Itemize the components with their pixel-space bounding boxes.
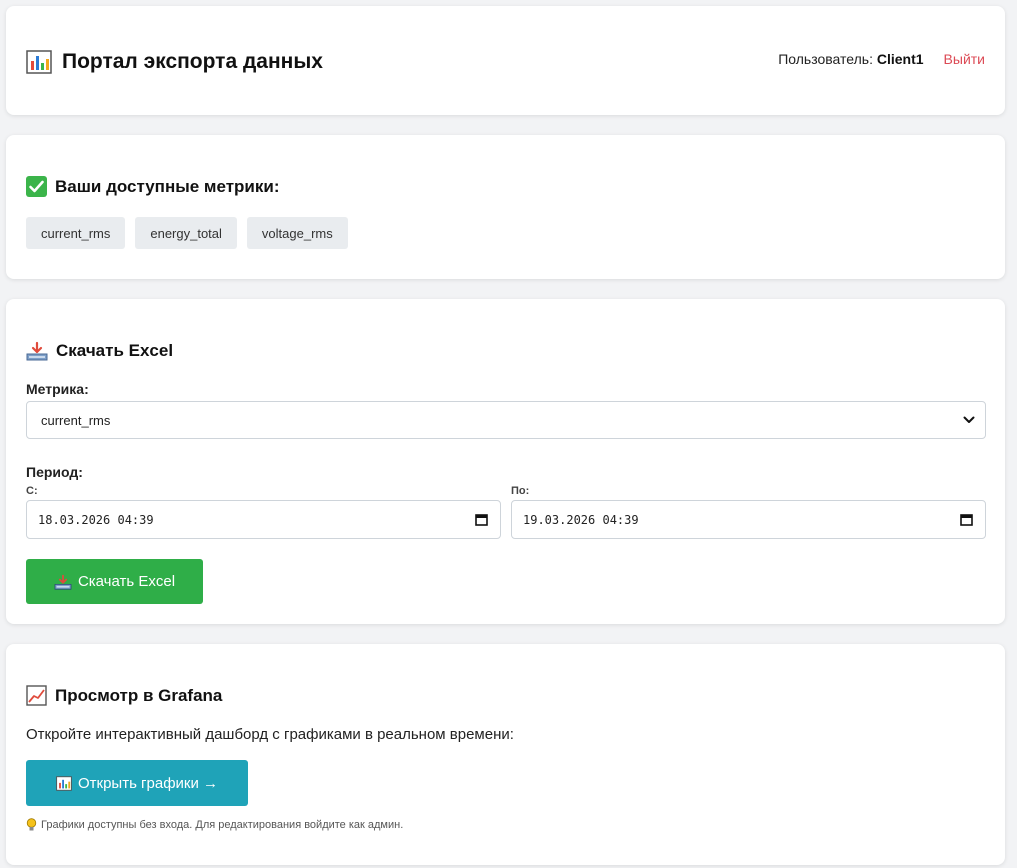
metrics-section-title: Ваши доступные метрики: [26,176,280,197]
line-chart-icon [26,685,47,706]
username: Client1 [876,51,924,67]
check-mark-icon [26,176,47,197]
calendar-icon[interactable] [475,513,488,526]
from-label: С: [26,485,38,497]
grafana-description: Откройте интерактивный дашборд с графика… [26,726,514,743]
page: Портал экспорта данных Пользователь: Cli… [0,0,1017,868]
current-user: Пользователь: Client1 [778,51,923,67]
metric-chip: energy_total [135,217,237,249]
metric-select-value: current_rms [41,412,111,428]
page-title-text: Портал экспорта данных [62,50,323,73]
grafana-title-text: Просмотр в Grafana [55,685,223,705]
download-excel-label: Скачать Excel [77,573,176,590]
user-area: Пользователь: Client1 Выйти [778,48,985,70]
page-title: Портал экспорта данных [26,46,323,78]
date-from-value: 18.03.2026 04:39 [38,512,154,527]
date-to-input[interactable]: 19.03.2026 04:39 [511,500,986,539]
metric-chip-list: current_rms energy_total voltage_rms [26,217,348,249]
header-card: Портал экспорта данных Пользователь: Cli… [6,6,1005,115]
calendar-icon[interactable] [960,513,973,526]
grafana-section-title: Просмотр в Grafana [26,685,222,706]
metric-chip: voltage_rms [246,217,348,249]
bar-chart-icon [56,775,72,791]
date-to-value: 19.03.2026 04:39 [523,512,639,527]
metric-field-label: Метрика: [26,381,89,397]
metrics-card: Ваши доступные метрики: current_rms ener… [6,135,1005,279]
grafana-hint-text: Графики доступны без входа. Для редактир… [41,819,404,831]
metric-chip: current_rms [26,217,126,249]
download-excel-button[interactable]: Скачать Excel [26,559,203,604]
download-tray-icon [54,574,72,590]
open-charts-button[interactable]: Открыть графики → [26,760,248,806]
grafana-card: Просмотр в Grafana Откройте интерактивны… [6,644,1005,865]
grafana-hint: Графики доступны без входа. Для редактир… [26,818,403,832]
user-prefix: Пользователь: [778,51,873,67]
bar-chart-icon [26,50,52,74]
metrics-title-text: Ваши доступные метрики: [55,176,280,196]
period-label: Период: [26,464,83,480]
light-bulb-icon [26,818,37,832]
to-label: По: [511,485,530,497]
download-tray-icon [26,341,48,361]
date-from-input[interactable]: 18.03.2026 04:39 [26,500,501,539]
open-charts-label: Открыть графики → [77,774,219,792]
excel-section-title: Скачать Excel [26,341,173,361]
excel-card: Скачать Excel Метрика: current_rms Перио… [6,299,1005,624]
logout-link[interactable]: Выйти [944,51,985,67]
excel-title-text: Скачать Excel [56,341,174,360]
chevron-down-icon [963,416,975,424]
metric-select[interactable]: current_rms [26,401,986,439]
